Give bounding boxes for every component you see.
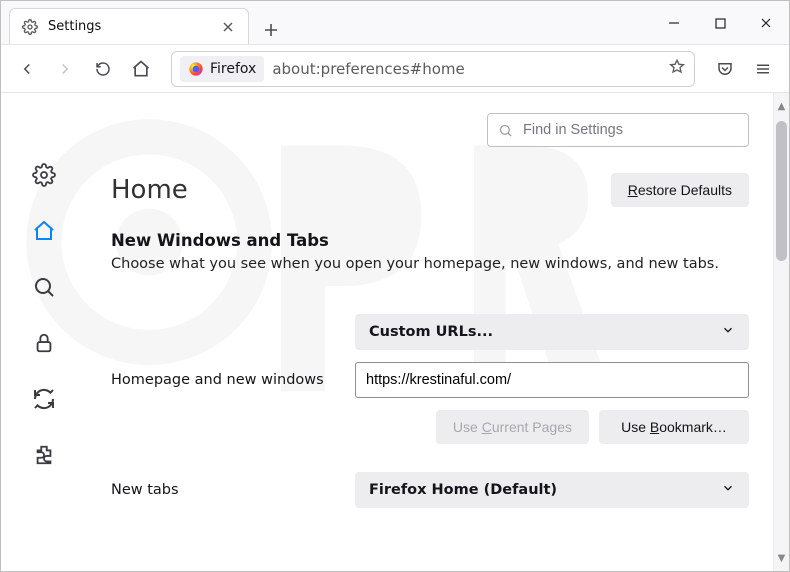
home-button[interactable] xyxy=(123,51,159,87)
window-maximize-button[interactable] xyxy=(697,1,743,45)
scroll-up-icon[interactable]: ▲ xyxy=(774,97,789,115)
window-close-button[interactable] xyxy=(743,1,789,45)
pocket-button[interactable] xyxy=(707,51,743,87)
firefox-icon xyxy=(188,61,204,77)
settings-sidebar xyxy=(1,93,87,571)
identity-box[interactable]: Firefox xyxy=(180,56,264,82)
section-description: Choose what you see when you open your h… xyxy=(111,256,749,272)
settings-search[interactable] xyxy=(487,113,749,147)
newtabs-label: New tabs xyxy=(111,482,331,498)
forward-button[interactable] xyxy=(47,51,83,87)
back-button[interactable] xyxy=(9,51,45,87)
chevron-down-icon xyxy=(721,481,735,499)
title-bar: Settings xyxy=(1,1,789,45)
scrollbar-thumb[interactable] xyxy=(776,121,787,261)
newtabs-dropdown[interactable]: Firefox Home (Default) xyxy=(355,472,749,508)
url-text: about:preferences#home xyxy=(272,60,660,78)
dropdown-value: Firefox Home (Default) xyxy=(369,482,557,498)
sidebar-item-privacy[interactable] xyxy=(30,329,58,357)
section-title: New Windows and Tabs xyxy=(111,231,749,250)
search-icon xyxy=(498,123,513,138)
close-tab-button[interactable] xyxy=(220,21,236,33)
settings-search-input[interactable] xyxy=(521,121,738,139)
identity-label: Firefox xyxy=(210,61,256,77)
gear-icon xyxy=(22,19,38,35)
homepage-mode-dropdown[interactable]: Custom URLs... xyxy=(355,314,749,350)
bookmark-star-icon[interactable] xyxy=(668,58,686,80)
new-tab-button[interactable] xyxy=(257,16,285,44)
sidebar-item-home[interactable] xyxy=(30,217,58,245)
vertical-scrollbar[interactable]: ▲ ▼ xyxy=(773,93,789,571)
sidebar-item-extensions[interactable] xyxy=(30,441,58,469)
url-bar[interactable]: Firefox about:preferences#home xyxy=(171,51,695,87)
navigation-toolbar: Firefox about:preferences#home xyxy=(1,45,789,93)
use-current-pages-button[interactable]: Use Current Pages xyxy=(436,410,589,444)
homepage-url-input[interactable] xyxy=(355,362,749,398)
window-minimize-button[interactable] xyxy=(651,1,697,45)
chevron-down-icon xyxy=(721,323,735,341)
tab-settings[interactable]: Settings xyxy=(9,8,249,44)
sidebar-item-search[interactable] xyxy=(30,273,58,301)
reload-button[interactable] xyxy=(85,51,121,87)
scroll-down-icon[interactable]: ▼ xyxy=(774,549,789,567)
dropdown-value: Custom URLs... xyxy=(369,324,493,340)
sidebar-item-general[interactable] xyxy=(30,161,58,189)
use-bookmark-button[interactable]: Use Bookmark… xyxy=(599,410,749,444)
homepage-label: Homepage and new windows xyxy=(111,372,331,388)
restore-defaults-button[interactable]: Restore Defaults xyxy=(611,173,749,207)
page-title: Home xyxy=(111,175,188,205)
tab-label: Settings xyxy=(48,19,210,34)
app-menu-button[interactable] xyxy=(745,51,781,87)
sidebar-item-sync[interactable] xyxy=(30,385,58,413)
settings-main: Home Restore Defaults New Windows and Ta… xyxy=(87,93,789,571)
